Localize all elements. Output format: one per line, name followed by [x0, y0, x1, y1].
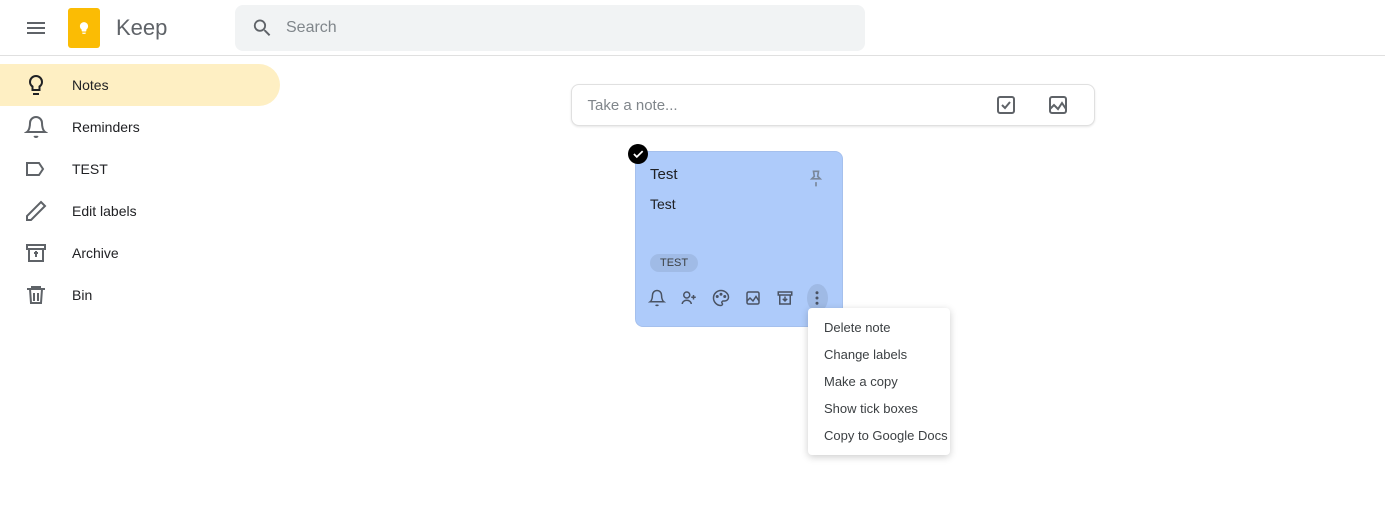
- add-image-button[interactable]: [743, 284, 764, 312]
- lightbulb-icon: [24, 73, 48, 97]
- menu-copy-to-docs[interactable]: Copy to Google Docs: [808, 422, 950, 449]
- bell-plus-icon: [648, 289, 666, 307]
- more-vert-icon: [808, 289, 826, 307]
- sidebar-item-label: Edit labels: [72, 203, 137, 219]
- keep-logo-icon: [68, 8, 100, 48]
- sidebar-item-label: TEST: [72, 161, 108, 177]
- pencil-icon: [24, 199, 48, 223]
- archive-icon: [776, 289, 794, 307]
- bell-icon: [24, 115, 48, 139]
- sidebar-item-label-test[interactable]: TEST: [0, 148, 280, 190]
- remind-me-button[interactable]: [646, 284, 667, 312]
- note-context-menu: Delete note Change labels Make a copy Sh…: [808, 308, 950, 455]
- note-header: Test: [650, 166, 828, 190]
- sidebar-item-archive[interactable]: Archive: [0, 232, 280, 274]
- sidebar-item-label: Reminders: [72, 119, 140, 135]
- image-icon: [1046, 93, 1070, 117]
- menu-change-labels[interactable]: Change labels: [808, 341, 950, 368]
- header: Keep: [0, 0, 1385, 56]
- menu-delete-note[interactable]: Delete note: [808, 314, 950, 341]
- sidebar: Notes Reminders TEST Edit labels Archive…: [0, 56, 280, 527]
- sidebar-item-label: Bin: [72, 287, 92, 303]
- search-bar[interactable]: [235, 5, 865, 51]
- take-note-placeholder: Take a note...: [588, 97, 974, 114]
- note-body: Test: [650, 196, 828, 212]
- sidebar-item-label: Archive: [72, 245, 119, 261]
- checkbox-icon: [994, 93, 1018, 117]
- main-area: Notes Reminders TEST Edit labels Archive…: [0, 56, 1385, 527]
- archive-icon: [24, 241, 48, 265]
- pin-icon: [806, 168, 826, 188]
- image-icon: [744, 289, 762, 307]
- menu-make-copy[interactable]: Make a copy: [808, 368, 950, 395]
- new-image-note-button[interactable]: [1038, 85, 1078, 125]
- pin-button[interactable]: [804, 166, 828, 190]
- note-title: Test: [650, 166, 678, 183]
- hamburger-icon: [24, 16, 48, 40]
- note-toolbar: [646, 284, 828, 312]
- content-area: Take a note... Test Test TEST: [280, 56, 1385, 527]
- app-logo: [64, 8, 104, 48]
- sidebar-item-notes[interactable]: Notes: [0, 64, 280, 106]
- background-options-button[interactable]: [710, 284, 731, 312]
- brand-name: Keep: [116, 15, 167, 41]
- sidebar-item-edit-labels[interactable]: Edit labels: [0, 190, 280, 232]
- label-icon: [24, 157, 48, 181]
- search-input[interactable]: [286, 19, 849, 37]
- sidebar-item-reminders[interactable]: Reminders: [0, 106, 280, 148]
- check-icon: [631, 147, 645, 161]
- archive-button[interactable]: [775, 284, 796, 312]
- sidebar-item-bin[interactable]: Bin: [0, 274, 280, 316]
- take-note-bar[interactable]: Take a note...: [571, 84, 1095, 126]
- new-list-button[interactable]: [986, 85, 1026, 125]
- collaborator-button[interactable]: [678, 284, 699, 312]
- sidebar-item-label: Notes: [72, 77, 109, 93]
- note-selected-badge[interactable]: [628, 144, 648, 164]
- note-label-chip[interactable]: TEST: [650, 254, 698, 272]
- person-add-icon: [680, 289, 698, 307]
- search-icon: [251, 16, 274, 40]
- palette-icon: [712, 289, 730, 307]
- menu-show-tick-boxes[interactable]: Show tick boxes: [808, 395, 950, 422]
- trash-icon: [24, 283, 48, 307]
- main-menu-button[interactable]: [16, 8, 56, 48]
- note-card[interactable]: Test Test TEST: [635, 151, 843, 327]
